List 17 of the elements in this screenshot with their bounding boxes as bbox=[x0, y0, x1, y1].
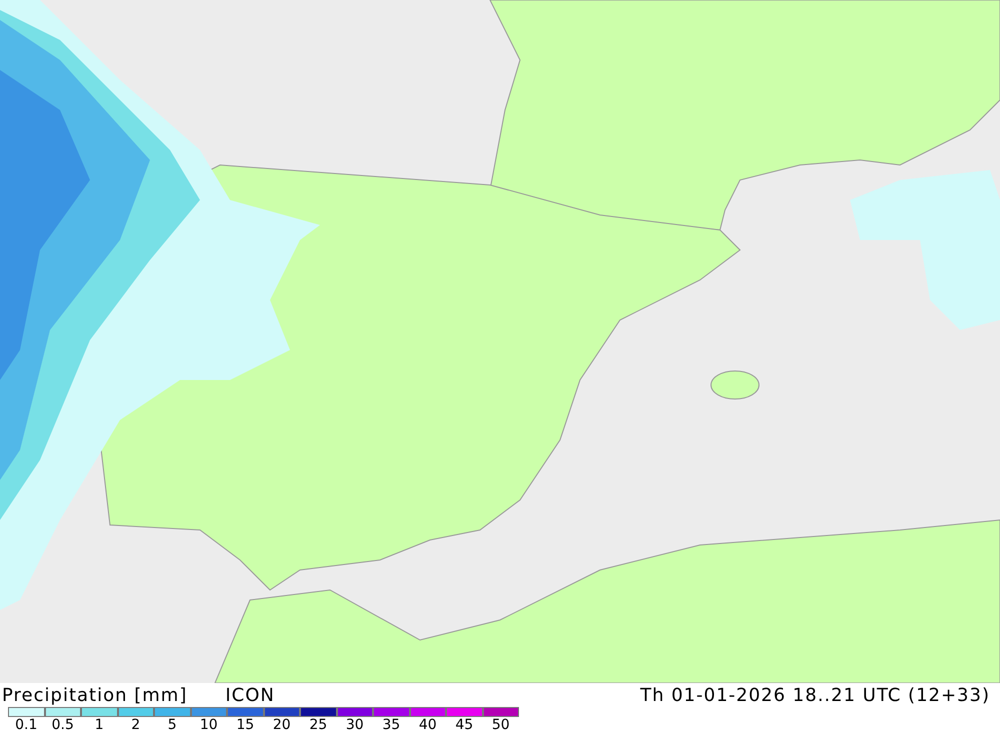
legend-label: 25 bbox=[309, 717, 328, 733]
legend-label: 45 bbox=[455, 717, 474, 733]
legend-label: 50 bbox=[492, 717, 510, 733]
legend-label: 30 bbox=[346, 717, 364, 733]
legend-label: 20 bbox=[272, 717, 291, 733]
legend-label: 5 bbox=[168, 717, 177, 733]
legend-label: 40 bbox=[418, 717, 437, 733]
legend-label: 0.5 bbox=[52, 717, 74, 733]
map-title: Precipitation [mm] bbox=[2, 684, 188, 706]
model-name: ICON bbox=[225, 684, 275, 706]
legend-label: 1 bbox=[94, 717, 104, 733]
legend-label: 2 bbox=[131, 717, 140, 733]
legend-label: 0.1 bbox=[15, 717, 38, 733]
legend-label: 10 bbox=[200, 717, 218, 733]
valid-time: Th 01-01-2026 18..21 UTC (12+33) bbox=[640, 684, 990, 706]
legend-label: 15 bbox=[236, 717, 254, 733]
legend-label: 35 bbox=[382, 717, 400, 733]
